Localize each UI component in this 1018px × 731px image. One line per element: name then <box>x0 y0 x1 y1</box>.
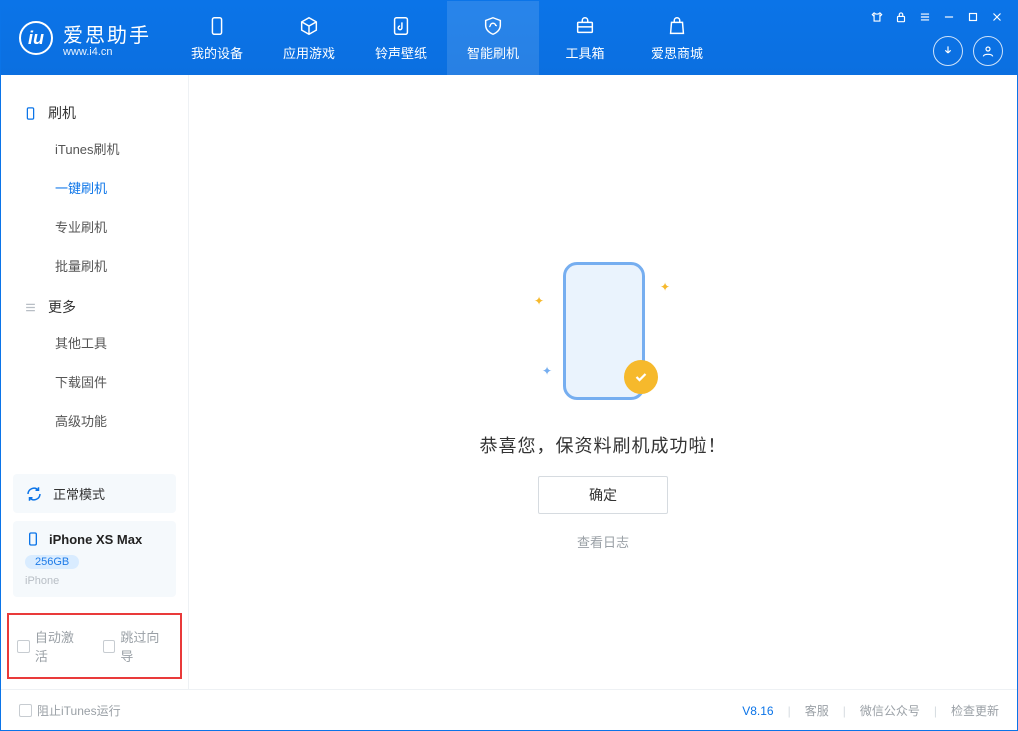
device-capacity: 256GB <box>25 555 79 569</box>
app-url: www.i4.cn <box>63 46 151 58</box>
nav-label: 工具箱 <box>565 43 604 62</box>
sparkle-icon: ✦ <box>542 364 552 378</box>
nav-label: 铃声壁纸 <box>375 43 427 62</box>
logo-icon: iu <box>19 21 53 55</box>
main-content: ✦ ✦ ✦ 恭喜您，保资料刷机成功啦！ 确定 查看日志 <box>189 75 1017 689</box>
lock-icon[interactable] <box>894 10 908 24</box>
maximize-icon[interactable] <box>966 10 980 24</box>
tshirt-icon[interactable] <box>870 10 884 24</box>
check-badge-icon <box>624 360 658 394</box>
device-info-box[interactable]: iPhone XS Max 256GB iPhone <box>13 521 176 597</box>
footer-link-service[interactable]: 客服 <box>805 702 829 719</box>
minimize-icon[interactable] <box>942 10 956 24</box>
close-icon[interactable] <box>990 10 1004 24</box>
ok-button[interactable]: 确定 <box>538 476 668 514</box>
separator: | <box>934 704 937 718</box>
device-icon <box>23 106 38 121</box>
sparkle-icon: ✦ <box>534 294 544 308</box>
nav-apps-games[interactable]: 应用游戏 <box>263 1 355 75</box>
success-message: 恭喜您，保资料刷机成功啦！ <box>480 432 727 458</box>
section-title: 更多 <box>48 297 76 317</box>
phone-icon <box>206 15 228 37</box>
nav-toolbox[interactable]: 工具箱 <box>539 1 631 75</box>
footer-link-wechat[interactable]: 微信公众号 <box>860 702 920 719</box>
device-type: iPhone <box>25 575 59 587</box>
sidebar-section-flash: 刷机 <box>1 97 188 129</box>
checkbox-skip-guide[interactable]: 跳过向导 <box>103 627 173 665</box>
sidebar: 刷机 iTunes刷机 一键刷机 专业刷机 批量刷机 更多 其他工具 下载固件 … <box>1 75 189 689</box>
sidebar-section-more: 更多 <box>1 291 188 323</box>
checkbox-block-itunes[interactable]: 阻止iTunes运行 <box>19 702 121 719</box>
nav-smart-flash[interactable]: 智能刷机 <box>447 1 539 75</box>
account-button[interactable] <box>973 36 1003 66</box>
nav-my-device[interactable]: 我的设备 <box>171 1 263 75</box>
section-title: 刷机 <box>48 103 76 123</box>
titlebar: iu 爱思助手 www.i4.cn 我的设备 应用游戏 铃声壁纸 智能刷机 工具… <box>1 1 1017 75</box>
device-name: iPhone XS Max <box>49 532 142 547</box>
app-name: 爱思助手 <box>63 19 151 48</box>
sidebar-item-oneclick-flash[interactable]: 一键刷机 <box>1 168 188 207</box>
view-log-link[interactable]: 查看日志 <box>577 532 629 551</box>
toolbox-icon <box>574 15 596 37</box>
nav-ringtone-wallpaper[interactable]: 铃声壁纸 <box>355 1 447 75</box>
nav-label: 我的设备 <box>191 43 243 62</box>
titlebar-right <box>933 27 1017 75</box>
menu-lines-icon <box>23 300 38 315</box>
sidebar-item-pro-flash[interactable]: 专业刷机 <box>1 207 188 246</box>
footer-link-update[interactable]: 检查更新 <box>951 702 999 719</box>
checkbox-auto-activate[interactable]: 自动激活 <box>17 627 87 665</box>
version-label: V8.16 <box>742 704 773 718</box>
device-mode-label: 正常模式 <box>53 484 105 503</box>
sidebar-item-other-tools[interactable]: 其他工具 <box>1 323 188 362</box>
nav-label: 智能刷机 <box>467 43 519 62</box>
separator: | <box>843 704 846 718</box>
checkbox-label: 跳过向导 <box>120 627 172 665</box>
options-row-highlighted: 自动激活 跳过向导 <box>7 613 182 679</box>
window-controls-row <box>870 10 1004 24</box>
sidebar-item-batch-flash[interactable]: 批量刷机 <box>1 246 188 285</box>
menu-icon[interactable] <box>918 10 932 24</box>
footer: 阻止iTunes运行 V8.16 | 客服 | 微信公众号 | 检查更新 <box>1 689 1017 731</box>
sparkle-icon: ✦ <box>660 280 670 294</box>
separator: | <box>788 704 791 718</box>
sidebar-item-advanced[interactable]: 高级功能 <box>1 401 188 440</box>
checkbox-label: 阻止iTunes运行 <box>37 702 121 719</box>
sidebar-item-download-firmware[interactable]: 下载固件 <box>1 362 188 401</box>
download-button[interactable] <box>933 36 963 66</box>
sync-icon <box>25 485 43 503</box>
checkbox-icon <box>19 704 32 717</box>
sidebar-item-itunes-flash[interactable]: iTunes刷机 <box>1 129 188 168</box>
cube-icon <box>298 15 320 37</box>
success-illustration: ✦ ✦ ✦ <box>508 254 698 414</box>
device-mode-box[interactable]: 正常模式 <box>13 474 176 513</box>
checkbox-icon <box>17 640 30 653</box>
logo-block[interactable]: iu 爱思助手 www.i4.cn <box>1 1 171 75</box>
checkbox-label: 自动激活 <box>35 627 87 665</box>
nav-label: 应用游戏 <box>283 43 335 62</box>
main-nav: 我的设备 应用游戏 铃声壁纸 智能刷机 工具箱 爱思商城 <box>171 1 723 75</box>
nav-label: 爱思商城 <box>651 43 703 62</box>
nav-store[interactable]: 爱思商城 <box>631 1 723 75</box>
checkbox-icon <box>103 640 116 653</box>
shield-refresh-icon <box>482 15 504 37</box>
bag-icon <box>666 15 688 37</box>
music-file-icon <box>390 15 412 37</box>
phone-small-icon <box>25 531 41 547</box>
